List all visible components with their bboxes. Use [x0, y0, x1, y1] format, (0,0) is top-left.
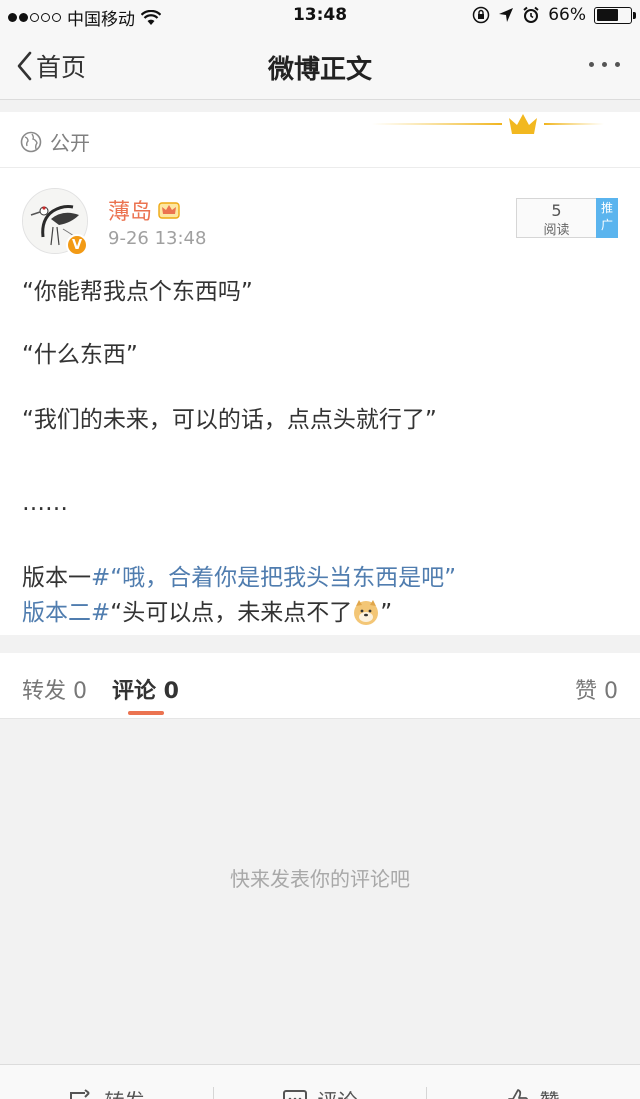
read-count: 5 — [551, 201, 562, 220]
more-dot — [589, 62, 594, 67]
version2-text: “头可以点，未来点不了 — [110, 600, 353, 626]
comments-empty-state: 快来发表你的评论吧 — [0, 720, 640, 1027]
post-line: …… — [22, 490, 68, 516]
like-label: 赞 — [540, 1085, 560, 1099]
post-line-version2: 版本二#“头可以点，未来点不了 ” — [22, 593, 392, 627]
read-label: 阅读 — [543, 223, 570, 238]
globe-icon — [20, 131, 42, 152]
rotation-lock-icon — [472, 6, 490, 24]
post-card: V 薄岛 9-26 13:48 5 阅读 推广 “你能帮我点个东西吗” “什么东… — [0, 168, 640, 635]
tab-comment[interactable]: 评论 0 — [112, 673, 179, 705]
repost-label: 转发 — [105, 1085, 145, 1099]
page-title: 微博正文 — [267, 55, 372, 85]
location-icon — [499, 8, 514, 22]
battery-percent: 66% — [548, 5, 586, 25]
interaction-tabs: 转发 0 评论 0 赞 0 — [0, 653, 640, 719]
hashtag-link[interactable]: 版本二# — [22, 600, 110, 626]
visibility-label-group: 公开 — [20, 127, 90, 156]
visibility-label: 公开 — [50, 131, 90, 155]
crown-icon — [158, 202, 180, 219]
doge-emoji-icon — [354, 600, 379, 625]
battery-fill — [596, 9, 619, 21]
alarm-icon — [523, 6, 539, 23]
status-right: 66% — [472, 5, 636, 25]
repost-button[interactable]: 转发 — [0, 1085, 213, 1099]
like-button[interactable]: 赞 — [426, 1085, 639, 1099]
post-time: 9-26 13:48 — [108, 228, 207, 249]
more-button[interactable] — [589, 62, 620, 67]
promote-button[interactable]: 推广 — [596, 198, 618, 238]
active-tab-indicator — [128, 711, 164, 715]
post-line-version1: 版本一#“哦，合着你是把我头当东西是吧” — [22, 558, 456, 592]
nav-bar: 首页 微博正文 — [0, 32, 640, 100]
version2-suffix: ” — [380, 600, 393, 626]
thumbs-up-icon — [507, 1088, 528, 1099]
version1-prefix: 版本一 — [22, 565, 91, 591]
author-name: 薄岛 — [108, 200, 153, 225]
comment-button[interactable]: 评论 — [213, 1085, 426, 1099]
tab-like[interactable]: 赞 0 — [575, 673, 618, 705]
more-dot — [602, 62, 607, 67]
bottom-toolbar: 转发 评论 赞 — [0, 1064, 640, 1099]
read-count-box[interactable]: 5 阅读 — [516, 198, 596, 238]
repost-icon — [69, 1088, 90, 1099]
empty-message: 快来发表你的评论吧 — [230, 867, 410, 891]
status-bar: 中国移动 13:48 66% — [0, 0, 640, 32]
comment-label: 评论 — [318, 1085, 358, 1099]
crown-decoration — [372, 114, 604, 134]
comment-icon — [282, 1089, 307, 1099]
more-dot — [615, 62, 620, 67]
verified-badge-icon: V — [66, 234, 88, 256]
post-line: “我们的未来，可以的话，点点头就行了” — [22, 407, 437, 433]
author-name-group[interactable]: 薄岛 — [108, 194, 180, 226]
hashtag-link[interactable]: #“哦，合着你是把我头当东西是吧” — [91, 565, 456, 591]
post-line: “你能帮我点个东西吗” — [22, 279, 253, 305]
post-line: “什么东西” — [22, 342, 138, 368]
battery-icon — [594, 6, 636, 24]
tab-repost[interactable]: 转发 0 — [22, 673, 87, 705]
